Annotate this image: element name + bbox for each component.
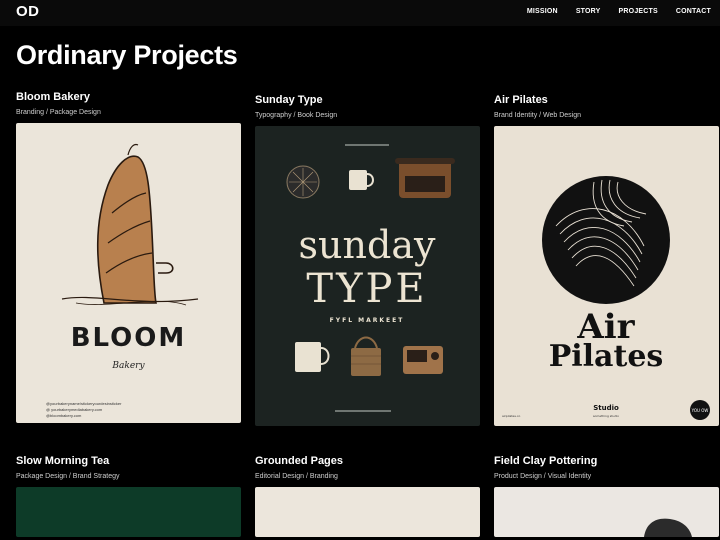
page-title: Ordinary Projects bbox=[16, 40, 238, 70]
project-categories: Package Design / Brand Strategy bbox=[16, 473, 120, 480]
project-card-air-pilates[interactable]: Air Pilates Brand Identity / Web Design … bbox=[494, 93, 719, 426]
sunday-tagline: FYFL MARKEET bbox=[330, 317, 405, 324]
bloom-wordmark: BLOOM bbox=[70, 323, 187, 353]
top-navigation-bar: OD MISSION STORY PROJECTS CONTACT bbox=[0, 0, 720, 26]
type-word: TYPE bbox=[306, 266, 427, 312]
project-title[interactable]: Sunday Type bbox=[255, 93, 480, 107]
project-categories: Editorial Design / Branding bbox=[255, 473, 338, 480]
project-title[interactable]: Grounded Pages bbox=[255, 454, 480, 468]
project-title[interactable]: Bloom Bakery bbox=[16, 90, 241, 104]
site-logo[interactable]: OD bbox=[16, 3, 40, 20]
nav-mission-link[interactable]: MISSION bbox=[527, 8, 558, 15]
sunday-word: sunday bbox=[299, 223, 436, 267]
project-title[interactable]: Slow Morning Tea bbox=[16, 454, 241, 468]
project-image-bloom[interactable]: BLOOM Bakery @yourbakeryname/stickeryour… bbox=[16, 123, 241, 423]
nav-contact-link[interactable]: CONTACT bbox=[676, 8, 711, 15]
project-categories: Brand Identity / Web Design bbox=[494, 112, 582, 119]
main-nav: MISSION STORY PROJECTS CONTACT bbox=[527, 8, 711, 15]
project-card-field-clay-pottering[interactable]: Field Clay Pottering Product Design / Vi… bbox=[494, 454, 719, 537]
project-categories: Product Design / Visual Identity bbox=[494, 473, 592, 480]
clay-poster-art bbox=[644, 518, 692, 537]
pilates-word: Pilates bbox=[549, 339, 664, 374]
project-image-sunday[interactable]: sunday TYPE FYFL MARKEET bbox=[255, 126, 480, 426]
project-title[interactable]: Air Pilates bbox=[494, 93, 719, 107]
project-image-grounded-pages[interactable] bbox=[255, 487, 480, 537]
project-card-bloom-bakery[interactable]: Bloom Bakery Branding / Package Design B… bbox=[16, 90, 241, 423]
project-card-grounded-pages[interactable]: Grounded Pages Editorial Design / Brandi… bbox=[255, 454, 480, 537]
corner-badge: YOU OW bbox=[691, 408, 709, 413]
bloom-footer-text: @yourbakeryname/stickeryourdesinsticker … bbox=[46, 401, 121, 419]
bloom-poster-art bbox=[61, 143, 199, 306]
bloom-script: Bakery bbox=[112, 361, 145, 371]
project-image-air-pilates[interactable]: Air Pilates Studio something studio airp… bbox=[494, 126, 719, 426]
project-title[interactable]: Field Clay Pottering bbox=[494, 454, 719, 468]
project-card-sunday-type[interactable]: Sunday Type Typography / Book Design sun… bbox=[255, 93, 480, 426]
project-image-tea[interactable] bbox=[16, 487, 241, 537]
corner-url: airpilates.co bbox=[502, 414, 521, 418]
studio-sub: something studio bbox=[593, 414, 619, 418]
bloom-footer-line: @bloombakery.com bbox=[46, 413, 82, 418]
air-pilates-poster-art: Air Pilates Studio something studio airp… bbox=[502, 176, 710, 420]
studio-label: Studio bbox=[593, 404, 619, 412]
sunday-poster-art: sunday TYPE FYFL MARKEET bbox=[286, 144, 455, 412]
nav-story-link[interactable]: STORY bbox=[576, 8, 601, 15]
project-categories: Branding / Package Design bbox=[16, 109, 101, 116]
project-card-slow-morning-tea[interactable]: Slow Morning Tea Package Design / Brand … bbox=[16, 454, 241, 537]
nav-projects-link[interactable]: PROJECTS bbox=[619, 8, 658, 15]
project-categories: Typography / Book Design bbox=[255, 112, 338, 119]
project-image-clay[interactable] bbox=[494, 487, 719, 537]
